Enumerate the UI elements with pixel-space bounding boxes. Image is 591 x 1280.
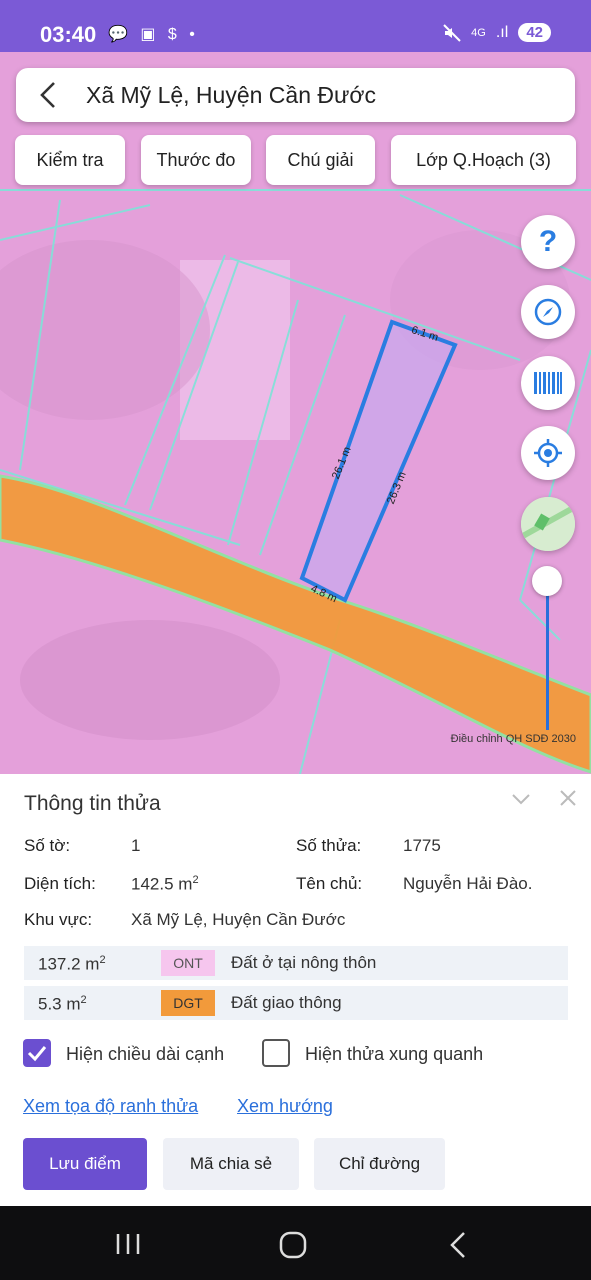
view-boundary-coords-link[interactable]: Xem tọa độ ranh thửa [23, 1096, 198, 1117]
check-button[interactable]: Kiểm tra [15, 135, 125, 185]
show-neighbors-checkbox[interactable] [262, 1039, 290, 1067]
land-use-area: 137.2 m2 [38, 954, 106, 975]
system-nav-bar [0, 1206, 591, 1280]
mute-icon [443, 23, 461, 42]
network-label: 4G [471, 26, 486, 39]
back-nav-icon[interactable] [448, 1231, 468, 1259]
sheet-number-value: 1 [131, 836, 141, 855]
unit-superscript: 2 [80, 994, 87, 1006]
view-direction-link[interactable]: Xem hướng [237, 1096, 333, 1117]
home-icon[interactable] [279, 1231, 307, 1259]
area-number: 142.5 m [131, 874, 193, 894]
help-button[interactable]: ? [521, 215, 575, 269]
back-arrow-icon[interactable] [36, 81, 60, 109]
help-icon: ? [538, 225, 558, 258]
land-use-area-number: 137.2 m [38, 954, 100, 974]
map-layer-label: Điều chỉnh QH SDĐ 2030 [450, 733, 576, 745]
layer-thumbnail [521, 497, 575, 551]
show-neighbors-label[interactable]: Hiện thửa xung quanh [305, 1044, 483, 1065]
region-value: Xã Mỹ Lệ, Huyện Cần Đước [131, 910, 346, 929]
opacity-slider-track[interactable] [546, 580, 549, 730]
region-label: Khu vực: [24, 910, 93, 929]
land-use-description: Đất ở tại nông thôn [231, 953, 377, 972]
legend-button[interactable]: Chú giải [266, 135, 375, 185]
land-use-description: Đất giao thông [231, 993, 342, 1012]
layer-switch-button[interactable] [521, 497, 575, 551]
parcel-number-label: Số thửa: [296, 836, 362, 855]
land-use-area-number: 5.3 m [38, 994, 81, 1014]
area-label: Diện tích: [24, 874, 96, 893]
check-icon [27, 1046, 47, 1062]
signal-icon: .ıl [495, 23, 509, 41]
system-icons: 4G .ıl 42 [443, 23, 551, 42]
battery-indicator: 42 [518, 23, 551, 42]
land-use-code-badge: ONT [161, 950, 215, 976]
land-use-row: 137.2 m2 ONT Đất ở tại nông thôn [24, 946, 568, 980]
barcode-button[interactable] [521, 356, 575, 410]
directions-button[interactable]: Chỉ đường [314, 1138, 445, 1190]
close-icon[interactable] [558, 788, 578, 808]
barcode-icon [534, 372, 562, 394]
show-edge-length-checkbox[interactable] [23, 1039, 51, 1067]
recent-apps-icon[interactable] [115, 1232, 141, 1256]
owner-value: Nguyễn Hải Đào. [403, 874, 533, 893]
compass-icon [534, 298, 562, 326]
locate-button[interactable] [521, 426, 575, 480]
share-code-button[interactable]: Mã chia sẻ [163, 1138, 299, 1190]
sheet-number-label: Số tờ: [24, 836, 71, 855]
opacity-slider-thumb[interactable] [532, 566, 562, 596]
owner-label: Tên chủ: [296, 874, 363, 893]
chevron-down-icon[interactable] [510, 788, 532, 810]
land-use-code-badge: DGT [161, 990, 215, 1016]
parcel-info-panel: Thông tin thửa Số tờ: 1 Số thửa: 1775 Di… [0, 774, 591, 1206]
planning-layer-button[interactable]: Lớp Q.Hoạch (3) [391, 135, 576, 185]
save-point-button[interactable]: Lưu điểm [23, 1138, 147, 1190]
notification-icons: 💬 ▣ $ • [108, 26, 199, 43]
compass-button[interactable] [521, 285, 575, 339]
unit-superscript: 2 [99, 954, 106, 966]
location-title: Xã Mỹ Lệ, Huyện Cần Đước [86, 82, 376, 108]
land-use-row: 5.3 m2 DGT Đất giao thông [24, 986, 568, 1020]
measure-button[interactable]: Thước đo [141, 135, 251, 185]
panel-title: Thông tin thửa [24, 792, 161, 815]
location-bar[interactable]: Xã Mỹ Lệ, Huyện Cần Đước [16, 68, 575, 122]
parcel-number-value: 1775 [403, 836, 441, 855]
status-bar: 03:40 💬 ▣ $ • 4G .ıl 42 [0, 0, 591, 52]
locate-icon [534, 439, 562, 467]
clock: 03:40 [40, 22, 97, 47]
area-value: 142.5 m2 [131, 874, 199, 895]
show-edge-length-label[interactable]: Hiện chiều dài cạnh [66, 1044, 224, 1065]
unit-superscript: 2 [192, 874, 199, 886]
land-use-area: 5.3 m2 [38, 994, 87, 1015]
